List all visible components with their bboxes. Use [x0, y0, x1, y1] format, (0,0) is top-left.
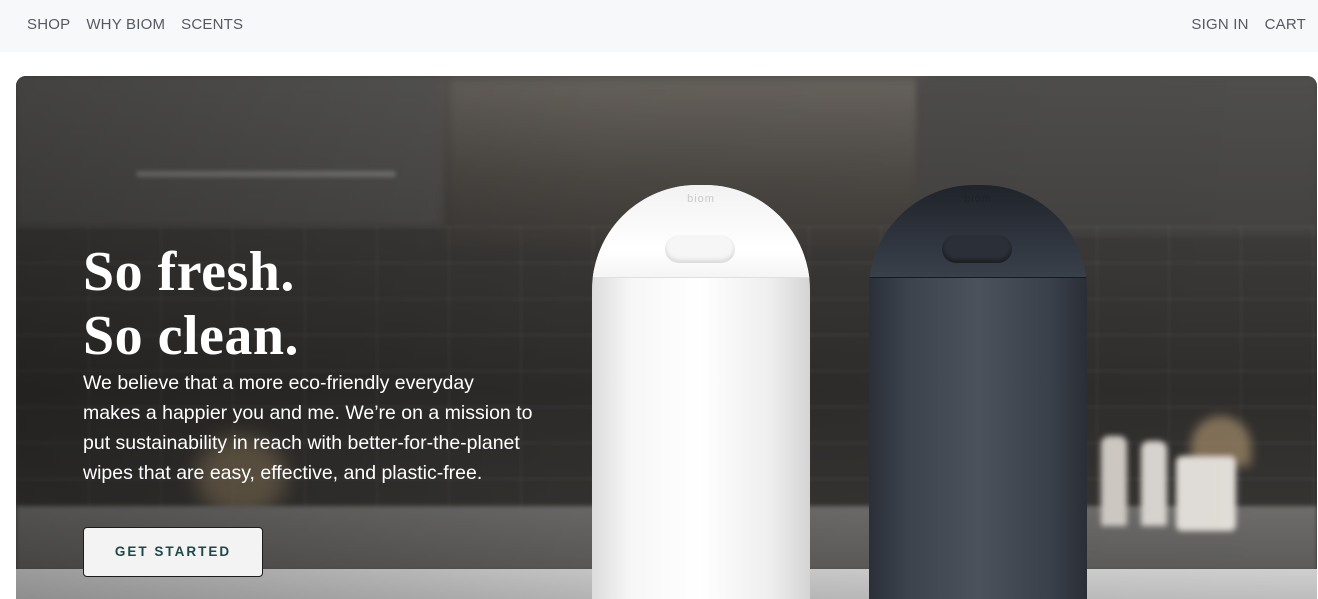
dispenser-lid: biom [869, 185, 1087, 278]
get-started-button[interactable]: GET STARTED [83, 527, 263, 577]
primary-nav: SHOP WHY BIOM SCENTS [27, 16, 243, 34]
hero-headline-line-1: So fresh. [83, 241, 295, 303]
nav-link-shop[interactable]: SHOP [27, 16, 70, 34]
nav-link-why-biom[interactable]: WHY BIOM [86, 16, 165, 34]
nav-link-scents[interactable]: SCENTS [181, 16, 243, 34]
wipes-dispenser-dark: biom [869, 185, 1087, 599]
hero-banner: biom biom So fresh. So clean. We believe… [16, 76, 1317, 599]
wipes-dispenser-white: biom [592, 185, 810, 599]
dispenser-lid: biom [592, 185, 810, 278]
dispenser-tab [665, 235, 735, 263]
dispenser-logo: biom [687, 193, 715, 205]
top-navigation: SHOP WHY BIOM SCENTS SIGN IN CART [0, 0, 1318, 52]
nav-link-cart[interactable]: CART [1265, 16, 1306, 34]
hero-headline-line-2: So clean. [83, 305, 300, 367]
dispenser-tab [942, 235, 1012, 263]
nav-link-sign-in[interactable]: SIGN IN [1191, 16, 1248, 34]
hero-description: We believe that a more eco-friendly ever… [83, 372, 533, 484]
account-nav: SIGN IN CART [1191, 16, 1306, 34]
dispenser-logo: biom [964, 193, 992, 205]
hero-headline: So fresh. So clean. [83, 240, 299, 368]
